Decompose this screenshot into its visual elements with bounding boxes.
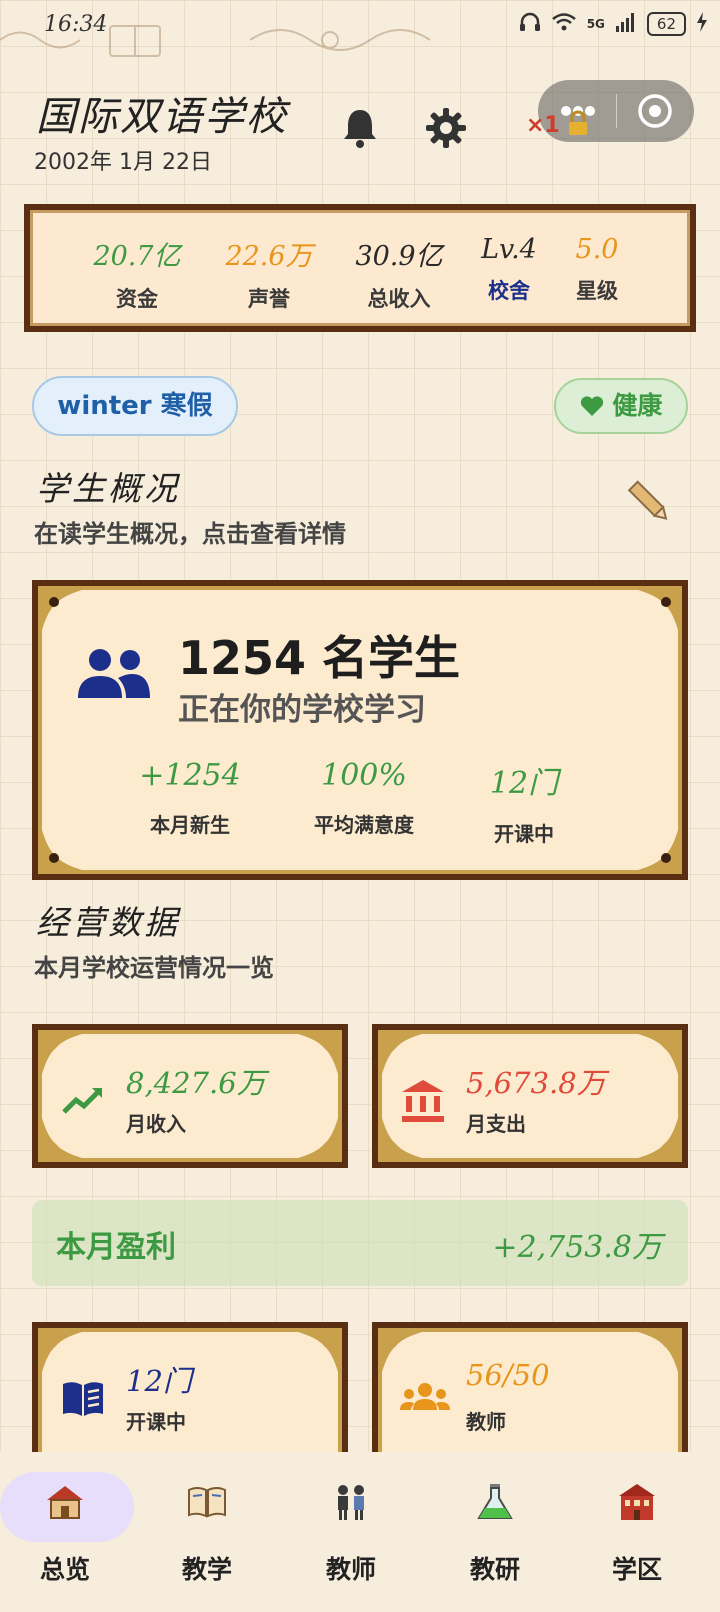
- nav-label: 教学: [181, 1555, 232, 1584]
- stat-total-income: 30.9亿 总收入: [344, 234, 454, 313]
- student-caption: 正在你的学校学习: [178, 692, 426, 728]
- nav-campus[interactable]: 学区: [572, 1472, 702, 1586]
- stat-label: 总收入: [367, 287, 431, 311]
- courses-card[interactable]: 12门 开课中: [32, 1322, 348, 1466]
- open-book-icon: [60, 1376, 106, 1422]
- gear-icon[interactable]: [424, 106, 468, 150]
- ornament-corner: [638, 1332, 678, 1372]
- stat-value: 22.6万: [225, 241, 313, 272]
- stat-label: 声誉: [248, 287, 290, 311]
- metric-label: 本月新生: [150, 813, 230, 837]
- stat-reputation: 22.6万 声誉: [214, 234, 324, 313]
- teachers-value: 56/50: [466, 1358, 550, 1392]
- operations-section-subtitle: 本月学校运营情况一览: [34, 954, 274, 982]
- heart-icon: [580, 391, 613, 420]
- people-group-icon: [400, 1376, 450, 1422]
- trending-up-icon: [60, 1078, 106, 1124]
- teachers-label: 教师: [466, 1410, 506, 1434]
- ornament-corner: [382, 1034, 422, 1074]
- student-count: 1254 名学生: [178, 631, 461, 685]
- income-value: 8,427.6万: [126, 1066, 266, 1100]
- ornament-corner: [638, 830, 678, 870]
- health-chip[interactable]: 健康: [554, 378, 688, 434]
- bottom-navigation: 总览 教学 教师 教研 学区: [0, 1452, 720, 1612]
- ornament-corner: [42, 590, 82, 630]
- monthly-income-card[interactable]: 8,427.6万 月收入: [32, 1024, 348, 1168]
- health-label: 健康: [612, 391, 663, 420]
- current-date: 2002年 1月 22日: [34, 150, 212, 175]
- ornament-corner: [638, 1034, 678, 1074]
- ornament-corner: [298, 1332, 338, 1372]
- monthly-profit-bar: 本月盈利 +2,753.8万: [32, 1200, 688, 1286]
- profit-label: 本月盈利: [56, 1230, 176, 1265]
- teachers-card[interactable]: 56/50 教师: [372, 1322, 688, 1466]
- income-label: 月收入: [126, 1112, 186, 1136]
- bank-icon: [400, 1078, 446, 1124]
- season-chip[interactable]: winter 寒假: [32, 376, 238, 436]
- courses-value: 12门: [126, 1364, 192, 1398]
- expense-label: 月支出: [466, 1112, 526, 1136]
- nav-teaching[interactable]: 教学: [142, 1472, 272, 1586]
- capsule-divider: [616, 94, 617, 128]
- stat-star-rating: 5.0 星级: [542, 234, 652, 305]
- flask-icon: [475, 1482, 515, 1522]
- nav-label: 总览: [39, 1555, 90, 1584]
- operations-section-title: 经营数据: [36, 903, 180, 942]
- expense-value: 5,673.8万: [466, 1066, 606, 1100]
- lock-badge: ×1: [526, 110, 589, 138]
- courses-label: 开课中: [126, 1410, 186, 1434]
- ornament-corner: [298, 1118, 338, 1158]
- nav-label: 教师: [325, 1555, 376, 1584]
- lock-icon: [567, 110, 589, 138]
- students-section-subtitle: 在读学生概况，点击查看详情: [34, 520, 346, 548]
- ornament-corner: [42, 1034, 82, 1074]
- ornament-corner: [638, 590, 678, 630]
- ornament-corner: [42, 830, 82, 870]
- pencil-icon[interactable]: [622, 476, 676, 534]
- bell-icon[interactable]: [338, 106, 382, 150]
- student-overview-card[interactable]: 1254 名学生 正在你的学校学习 +1254 本月新生 100% 平均满意度 …: [32, 580, 688, 880]
- school-house-icon: [45, 1482, 85, 1522]
- ornament-corner: [638, 1118, 678, 1158]
- metric-new-students: +1254 本月新生: [100, 758, 280, 838]
- lock-badge-count: ×1: [526, 113, 560, 138]
- metric-label: 开课中: [494, 822, 554, 846]
- ornament-corner: [382, 1332, 422, 1372]
- doodle-decoration: [0, 25, 431, 57]
- metric-value: +1254: [139, 758, 241, 793]
- book-icon: [187, 1482, 227, 1522]
- students-section-title: 学生概况: [36, 469, 180, 508]
- monthly-expense-card[interactable]: 5,673.8万 月支出: [372, 1024, 688, 1168]
- students-group-icon: [76, 646, 152, 706]
- campus-building-icon: [617, 1482, 657, 1522]
- metric-value: 100%: [321, 758, 407, 793]
- metric-label: 平均满意度: [314, 813, 414, 837]
- stat-label: 星级: [576, 279, 618, 303]
- stat-value: 30.9亿: [355, 241, 443, 272]
- profit-value: +2,753.8万: [492, 1230, 662, 1265]
- nav-overview[interactable]: 总览: [0, 1472, 134, 1586]
- stat-label: 资金: [116, 287, 158, 311]
- nav-label: 教研: [469, 1555, 520, 1584]
- school-name: 国际双语学校: [36, 94, 288, 140]
- close-target-icon[interactable]: [636, 92, 674, 134]
- nav-teachers[interactable]: 教师: [286, 1472, 416, 1586]
- metric-value: 12门: [489, 766, 559, 801]
- metric-courses: 12门 开课中: [434, 758, 614, 847]
- resource-stats-board: 20.7亿 资金 22.6万 声誉 30.9亿 总收入 Lv.4 校舍 5.0 …: [24, 204, 696, 332]
- nav-label: 学区: [611, 1555, 662, 1584]
- ornament-corner: [298, 1034, 338, 1074]
- nav-research[interactable]: 教研: [430, 1472, 560, 1586]
- stat-funds: 20.7亿 资金: [82, 234, 192, 313]
- teachers-icon: [331, 1482, 371, 1522]
- ornament-corner: [42, 1332, 82, 1372]
- stat-value: 5.0: [575, 234, 619, 265]
- metric-satisfaction: 100% 平均满意度: [274, 758, 454, 838]
- stat-value: 20.7亿: [93, 241, 181, 272]
